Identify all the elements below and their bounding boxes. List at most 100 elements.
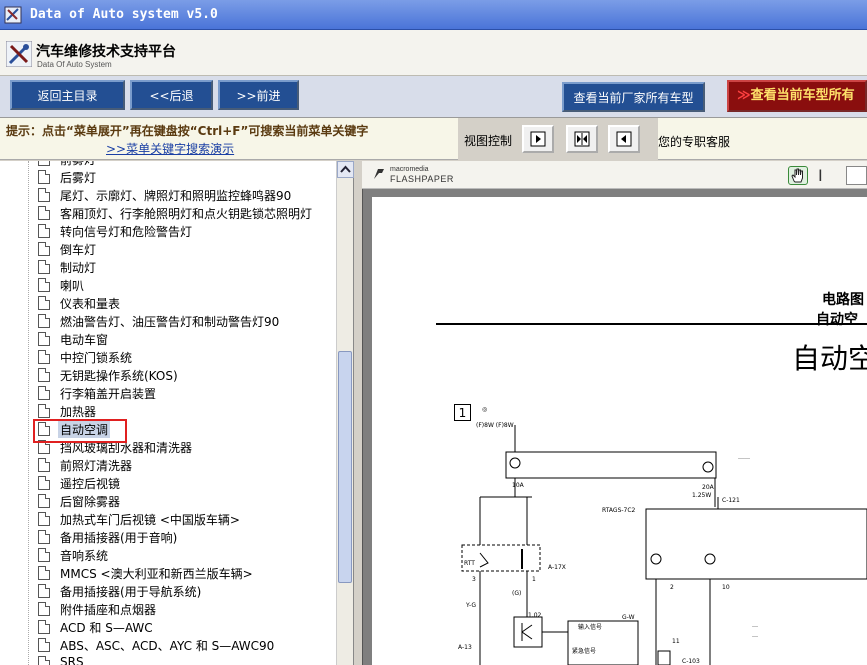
tree-item-label: 前雾灯 — [58, 161, 98, 168]
svg-text:RTT: RTT — [464, 560, 475, 567]
expand-right-button[interactable] — [522, 125, 554, 153]
document-icon — [38, 458, 50, 472]
tree-item-label: 加热器 — [60, 405, 97, 419]
tree-item-label: 尾灯、示廓灯、牌照灯和照明监控蜂鸣器90 — [60, 189, 292, 203]
svg-text:10: 10 — [722, 584, 730, 591]
tree-item-label: 制动灯 — [60, 261, 97, 275]
viewer-toolbar: macromedia FLASHPAPER I — [362, 161, 867, 189]
view-control: 视图控制 — [458, 118, 658, 160]
svg-text:1.02: 1.02 — [528, 612, 542, 619]
svg-text:10A: 10A — [512, 482, 525, 489]
document-icon — [38, 404, 50, 418]
tools-logo-icon — [6, 41, 32, 67]
document-icon — [38, 296, 50, 310]
tree-item-label: 中控门锁系统 — [60, 351, 133, 365]
svg-text:紧急信号: 紧急信号 — [572, 647, 596, 655]
selection-highlight-box — [33, 419, 127, 443]
tree-items: 前雾灯后雾灯尾灯、示廓灯、牌照灯和照明监控蜂鸣器90 客厢顶灯、行李舱照明灯和点火… — [0, 161, 336, 665]
svg-text:Y-G: Y-G — [465, 602, 476, 609]
document-icon — [38, 368, 50, 382]
scroll-thumb[interactable] — [338, 351, 352, 583]
svg-text:G-W: G-W — [622, 614, 635, 621]
svg-text:(F)8W (F)8W: (F)8W (F)8W — [476, 422, 514, 429]
brand-top: macromedia — [390, 166, 429, 173]
tree-item-label: 前照灯清洗器 — [60, 459, 133, 473]
tree-item-label: 倒车灯 — [60, 243, 97, 257]
document-icon — [38, 386, 50, 400]
document-icon — [38, 332, 50, 346]
app-icon — [4, 6, 22, 24]
svg-text:20A: 20A — [702, 484, 715, 491]
hand-tool-button[interactable] — [788, 166, 808, 185]
tree-item-label: 无钥匙操作系统(KOS) — [60, 369, 178, 383]
svg-text:C-103: C-103 — [682, 658, 700, 665]
document-icon — [38, 548, 50, 562]
document-page: 电路图 自动空 自动空 1 ◎ (F)8W (F)8W …… 10A 20A 1… — [372, 197, 867, 665]
document-icon — [38, 350, 50, 364]
document-icon — [38, 494, 50, 508]
tree-item-label: SRS — [60, 655, 84, 665]
svg-text:1: 1 — [532, 576, 536, 583]
home-button[interactable]: 返回主目录 — [10, 80, 125, 110]
tree-item-label: 行李箱盖开启装置 — [60, 387, 157, 401]
tree-item-label: 备用插接器(用于导航系统) — [60, 585, 202, 599]
double-chevron-icon: ≫ — [737, 88, 751, 103]
svg-text:输入信号: 输入信号 — [578, 623, 602, 631]
maker-models-button[interactable]: 查看当前厂家所有车型 — [562, 82, 705, 112]
tree-item-label: 燃油警告灯、油压警告灯和制动警告灯90 — [60, 315, 280, 329]
brand-bottom: FLASHPAPER — [390, 174, 454, 184]
document-icon — [38, 278, 50, 292]
hand-icon — [791, 168, 803, 183]
window-title: Data of Auto system v5.0 — [30, 7, 218, 22]
document-icon — [38, 224, 50, 238]
wiring-diagram: ◎ (F)8W (F)8W …… 10A 20A 1.25W RTAGS-7C2… — [458, 406, 867, 665]
svg-text:2: 2 — [670, 584, 674, 591]
document-icon — [38, 512, 50, 526]
arrow-right-icon — [530, 131, 546, 147]
document-icon — [38, 620, 50, 634]
svg-text:A-13: A-13 — [458, 644, 472, 651]
svg-text:…: … — [752, 632, 758, 639]
document-icon — [38, 602, 50, 616]
hint-text: 提示：点击“菜单展开”再在键盘按“Ctrl+F”可搜索当前菜单关键字 — [6, 124, 369, 138]
document-icon — [38, 656, 50, 665]
tree-item-label: 备用插接器(用于音响) — [60, 531, 178, 545]
view-control-label: 视图控制 — [464, 134, 513, 148]
document-icon — [38, 161, 50, 166]
svg-text:(G): (G) — [512, 590, 521, 597]
text-select-tool-icon[interactable]: I — [818, 166, 823, 185]
back-button[interactable]: <<后退 — [130, 80, 213, 110]
split-arrows-icon — [574, 131, 590, 147]
tree-item-label: 加热式车门后视镜 <中国版车辆> — [60, 513, 240, 527]
document-icon — [38, 476, 50, 490]
tree-item-label: ABS、ASC、ACD、AYC 和 S—AWC90 — [60, 639, 275, 653]
svg-text:◎: ◎ — [482, 406, 487, 413]
tree-item-label: 遥控后视镜 — [60, 477, 121, 491]
window-titlebar: Data of Auto system v5.0 — [0, 0, 867, 30]
tree-item-label: 仪表和量表 — [60, 297, 121, 311]
tree-scrollbar[interactable] — [336, 161, 354, 665]
scroll-up-button[interactable] — [337, 161, 354, 178]
svg-text:11: 11 — [672, 638, 680, 645]
expand-left-button[interactable] — [608, 125, 640, 153]
tree-item-label: 附件插座和点烟器 — [60, 603, 157, 617]
document-icon — [38, 314, 50, 328]
document-icon — [38, 188, 50, 202]
tree-item-label: 转向信号灯和危险警告灯 — [60, 225, 193, 239]
search-demo-link[interactable]: >>菜单关键字搜索演示 — [106, 140, 234, 157]
document-icon — [38, 584, 50, 598]
support-label: 您的专职客服 — [658, 135, 731, 149]
current-models-label: 查看当前车型所有 — [750, 88, 855, 103]
arrow-left-icon — [616, 131, 632, 147]
zoom-box[interactable] — [846, 166, 867, 185]
tree-item-label: 喇叭 — [60, 279, 85, 293]
app-header: 汽车维修技术支持平台 Data Of Auto System — [0, 30, 867, 76]
tree-item-label: ACD 和 S—AWC — [60, 621, 153, 635]
svg-text:C-121: C-121 — [722, 497, 740, 504]
current-models-button[interactable]: ≫查看当前车型所有 — [727, 80, 867, 112]
split-view-button[interactable] — [566, 125, 598, 153]
tree-item-label: 音响系统 — [60, 549, 109, 563]
forward-button[interactable]: >>前进 — [218, 80, 299, 110]
tree-item-label: 后窗除雾器 — [60, 495, 121, 509]
document-icon — [38, 638, 50, 652]
